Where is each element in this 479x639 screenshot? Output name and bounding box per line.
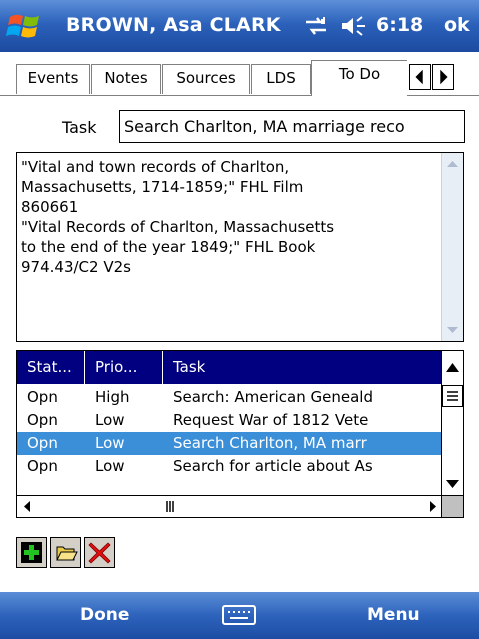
done-button[interactable]: Done	[80, 605, 129, 625]
priority-cell: Low	[95, 457, 125, 475]
status-cell: Opn	[27, 411, 58, 429]
task-cell: Search for article about As	[173, 457, 373, 475]
task-cell: Search: American Geneald	[173, 388, 373, 406]
task-input[interactable]	[119, 110, 465, 143]
priority-cell: Low	[95, 411, 125, 429]
delete-button[interactable]	[84, 537, 115, 568]
task-cell: Search Charlton, MA marr	[173, 434, 367, 452]
tab-divider	[0, 95, 479, 96]
scrollbar-corner	[441, 495, 463, 517]
grid-horizontal-scrollbar[interactable]	[17, 495, 443, 517]
column-label: Stat...	[27, 358, 72, 376]
notes-text: "Vital and town records of Charlton, Mas…	[21, 158, 335, 276]
table-row[interactable]: Opn Low Search for article about As	[17, 455, 443, 478]
tab-label: Sources	[176, 69, 236, 87]
tab-label: LDS	[266, 69, 296, 87]
title-bar: BROWN, Asa CLARK 6:18 ok	[0, 0, 479, 52]
tab-strip: Events Notes Sources LDS To Do	[0, 52, 479, 100]
column-label: Task	[173, 358, 206, 376]
notes-textarea[interactable]: "Vital and town records of Charlton, Mas…	[16, 152, 464, 342]
tab-label: To Do	[338, 65, 381, 83]
column-label: Prio...	[95, 358, 138, 376]
menu-button[interactable]: Menu	[367, 605, 420, 625]
status-cell: Opn	[27, 457, 58, 475]
tab-notes[interactable]: Notes	[91, 64, 161, 94]
clock[interactable]: 6:18	[376, 14, 423, 36]
grid-vertical-scrollbar[interactable]	[441, 351, 463, 496]
column-task[interactable]: Task	[163, 351, 443, 384]
table-row[interactable]: Opn High Search: American Geneald	[17, 386, 443, 409]
open-folder-icon	[56, 546, 78, 561]
table-row-selected[interactable]: Opn Low Search Charlton, MA marr	[17, 432, 443, 455]
scroll-thumb-grip-icon[interactable]	[135, 496, 205, 517]
scroll-down-icon[interactable]	[442, 319, 463, 341]
notes-scrollbar[interactable]	[441, 153, 463, 341]
scroll-left-icon[interactable]	[17, 496, 39, 517]
scroll-thumb-grip-icon[interactable]	[442, 385, 463, 407]
tab-events[interactable]: Events	[16, 64, 90, 94]
column-status[interactable]: Stat...	[17, 351, 85, 384]
add-icon	[21, 542, 42, 563]
delete-icon	[88, 542, 111, 564]
table-row[interactable]: Opn Low Request War of 1812 Vete	[17, 409, 443, 432]
scroll-right-icon[interactable]	[421, 496, 443, 517]
task-label: Task	[62, 118, 97, 137]
keyboard-icon[interactable]	[220, 602, 258, 628]
column-priority[interactable]: Prio...	[85, 351, 163, 384]
ok-button[interactable]: ok	[444, 14, 470, 36]
scroll-down-icon[interactable]	[442, 472, 463, 495]
scroll-up-icon[interactable]	[442, 153, 463, 175]
open-button[interactable]	[50, 537, 81, 568]
window-title: BROWN, Asa CLARK	[66, 14, 281, 36]
scroll-up-icon[interactable]	[442, 351, 463, 384]
grid-header: Stat... Prio... Task	[17, 351, 443, 384]
priority-cell: Low	[95, 434, 125, 452]
volume-icon[interactable]	[340, 14, 368, 38]
status-cell: Opn	[27, 388, 58, 406]
tab-to-do[interactable]: To Do	[311, 60, 407, 96]
windows-start-icon[interactable]	[6, 8, 44, 44]
task-cell: Request War of 1812 Vete	[173, 411, 369, 429]
add-button[interactable]	[16, 537, 47, 568]
tab-sources[interactable]: Sources	[162, 64, 250, 94]
tab-scroll-right-icon[interactable]	[432, 64, 454, 90]
status-cell: Opn	[27, 434, 58, 452]
connectivity-icon[interactable]	[303, 14, 329, 38]
task-grid[interactable]: Stat... Prio... Task Opn High Search: Am…	[16, 350, 464, 518]
tab-scroll-left-icon[interactable]	[409, 64, 431, 90]
priority-cell: High	[95, 388, 130, 406]
soft-key-bar: Done Menu	[0, 592, 479, 639]
tab-label: Notes	[104, 69, 148, 87]
tab-lds[interactable]: LDS	[251, 64, 311, 94]
tab-label: Events	[27, 69, 79, 87]
